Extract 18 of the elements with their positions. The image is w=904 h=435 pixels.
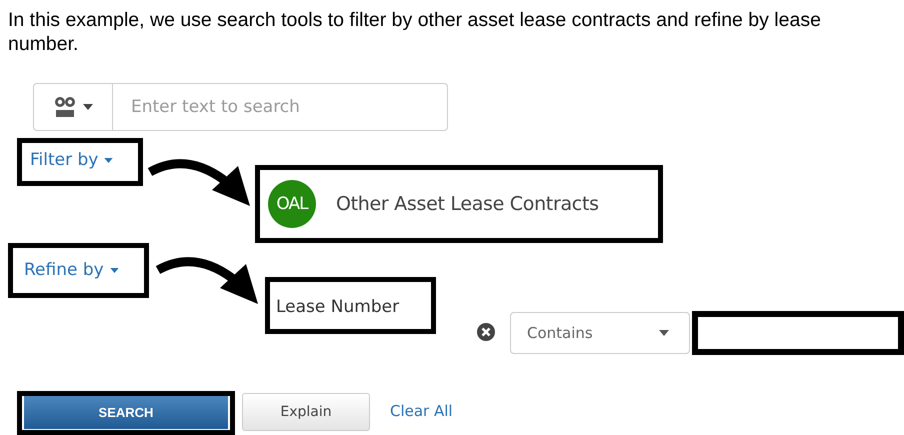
- search-tool-dropdown[interactable]: [33, 83, 113, 131]
- explain-button[interactable]: Explain: [242, 393, 370, 431]
- caret-icon: [110, 268, 119, 272]
- search-button[interactable]: SEARCH: [24, 396, 228, 429]
- remove-icon[interactable]: [477, 323, 495, 341]
- refine-dropdown[interactable]: Refine by: [24, 260, 119, 280]
- filter-dropdown[interactable]: Filter by: [30, 150, 114, 170]
- caret-icon: [659, 330, 669, 336]
- clear-all-link[interactable]: Clear All: [390, 402, 453, 420]
- collection-badge: OAL: [268, 180, 316, 228]
- caret-icon: [82, 104, 92, 110]
- caret-icon: [104, 158, 114, 162]
- intro-paragraph: In this example, we use search tools to filter by other asset lease contracts and refine by lease number.: [8, 8, 822, 56]
- field-label: Lease Number: [265, 277, 436, 334]
- value-field[interactable]: [692, 311, 904, 355]
- search-field[interactable]: Enter text to search: [113, 83, 448, 131]
- operator-dropdown[interactable]: Contains: [510, 312, 690, 354]
- collection-name: Other Asset Lease Contracts: [336, 193, 599, 215]
